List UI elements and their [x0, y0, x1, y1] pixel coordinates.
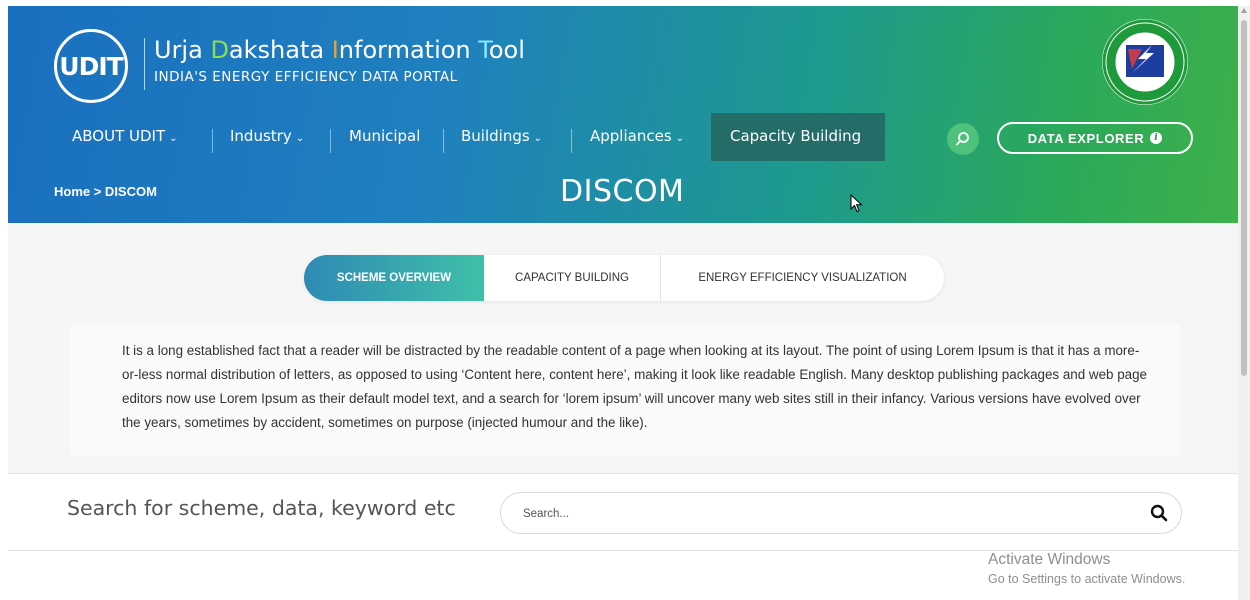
chevron-down-icon: ⌄ — [295, 133, 305, 144]
search-heading: Search for scheme, data, keyword etc — [67, 496, 456, 520]
search-box[interactable] — [500, 492, 1182, 534]
chevron-down-icon: ⌄ — [169, 133, 178, 144]
brand-title-part: akshata — [228, 36, 332, 64]
brand-title-part: D — [210, 36, 229, 64]
nav-item-municipal[interactable]: Municipal — [349, 113, 420, 161]
logo-text: UDIT — [59, 51, 123, 81]
search-toggle-button[interactable] — [947, 123, 979, 155]
chevron-down-icon: ⌄ — [533, 133, 543, 144]
breadcrumb[interactable]: Home > DISCOM — [54, 184, 157, 199]
brand-title-part: nformation — [338, 36, 479, 64]
search-submit-button[interactable] — [1149, 503, 1169, 523]
brand-title[interactable]: Urja Dakshata Information Tool — [154, 36, 525, 64]
browser-page: UDIT Urja Dakshata Information Tool INDI… — [8, 6, 1238, 600]
windows-activation-watermark: Activate Windows Go to Settings to activ… — [988, 551, 1185, 586]
nav-item-appliances[interactable]: Appliances ⌄ — [590, 113, 684, 161]
udit-logo[interactable]: UDIT — [54, 29, 128, 103]
watermark-line1: Activate Windows — [988, 551, 1111, 568]
nav-label: Municipal — [349, 127, 421, 145]
brand-divider — [144, 38, 145, 90]
tab-capacity-building[interactable]: CAPACITY BUILDING — [484, 255, 660, 301]
header-banner: UDIT Urja Dakshata Information Tool INDI… — [8, 6, 1238, 223]
nav-divider — [571, 129, 572, 153]
bee-emblem-logo[interactable] — [1102, 19, 1188, 105]
page-title: DISCOM — [560, 174, 685, 209]
search-icon — [956, 132, 969, 146]
scrollbar-thumb[interactable] — [1241, 20, 1247, 376]
brand-subtitle: INDIA'S ENERGY EFFICIENCY DATA PORTAL — [154, 69, 458, 85]
overview-text-box: It is a long established fact that a rea… — [70, 325, 1180, 455]
brand-title-part: Urja — [154, 36, 211, 64]
nav-item-capacity-building[interactable]: Capacity Building — [730, 113, 861, 161]
search-icon — [1150, 504, 1168, 522]
nav-label: Buildings — [461, 127, 530, 145]
nav-divider — [443, 129, 444, 153]
info-icon: i — [1150, 132, 1163, 144]
search-section: Search for scheme, data, keyword etc — [8, 473, 1238, 551]
nav-item-buildings[interactable]: Buildings ⌄ — [461, 113, 542, 161]
section-tabs: SCHEME OVERVIEW CAPACITY BUILDING ENERGY… — [304, 255, 944, 301]
search-input[interactable] — [521, 503, 1125, 525]
data-explorer-label: DATA EXPLORER — [1027, 130, 1145, 146]
nav-label: Industry — [230, 127, 292, 145]
scroll-up-arrow-icon[interactable] — [1241, 8, 1247, 13]
nav-item-industry[interactable]: Industry ⌄ — [230, 113, 304, 161]
overview-paragraph: It is a long established fact that a rea… — [122, 343, 1147, 430]
overview-section: SCHEME OVERVIEW CAPACITY BUILDING ENERGY… — [8, 223, 1238, 473]
watermark-line2: Go to Settings to activate Windows. — [988, 572, 1186, 586]
nav-item-about-udit[interactable]: ABOUT UDIT ⌄ — [72, 113, 178, 161]
data-explorer-button[interactable]: DATA EXPLORER i — [997, 122, 1193, 154]
tab-energy-efficiency-visualization[interactable]: ENERGY EFFICIENCY VISUALIZATION — [661, 255, 944, 301]
mouse-cursor-icon — [850, 193, 864, 219]
nav-label: ABOUT UDIT — [72, 127, 166, 145]
brand-title-part: ool — [488, 36, 525, 64]
brand-title-part: I — [331, 36, 339, 64]
vertical-scrollbar[interactable] — [1238, 6, 1250, 600]
nav-divider — [330, 129, 331, 153]
nav-label: Appliances — [590, 127, 672, 145]
tab-scheme-overview[interactable]: SCHEME OVERVIEW — [304, 255, 484, 301]
nav-divider — [212, 129, 213, 153]
brand-title-part: T — [478, 36, 489, 64]
nav-label: Capacity Building — [730, 127, 862, 145]
chevron-down-icon: ⌄ — [675, 133, 685, 144]
